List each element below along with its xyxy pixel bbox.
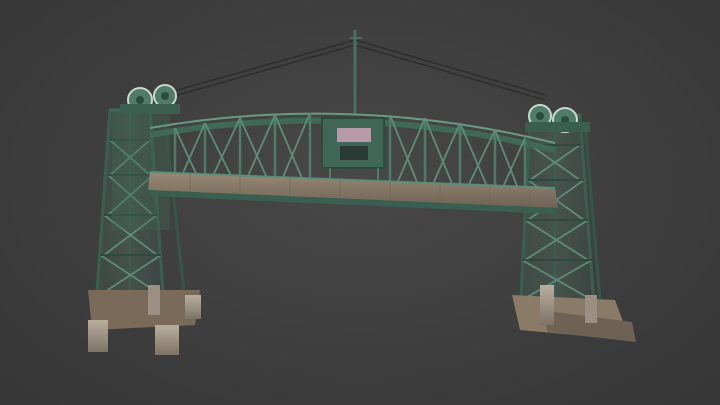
overhead-cables <box>159 30 546 115</box>
left-sheaves <box>120 84 180 114</box>
bridge-model[interactable] <box>0 0 720 405</box>
bridge-deck <box>148 171 558 214</box>
left-base <box>88 285 201 355</box>
3d-viewport[interactable] <box>0 0 720 405</box>
left-tower <box>93 108 187 322</box>
